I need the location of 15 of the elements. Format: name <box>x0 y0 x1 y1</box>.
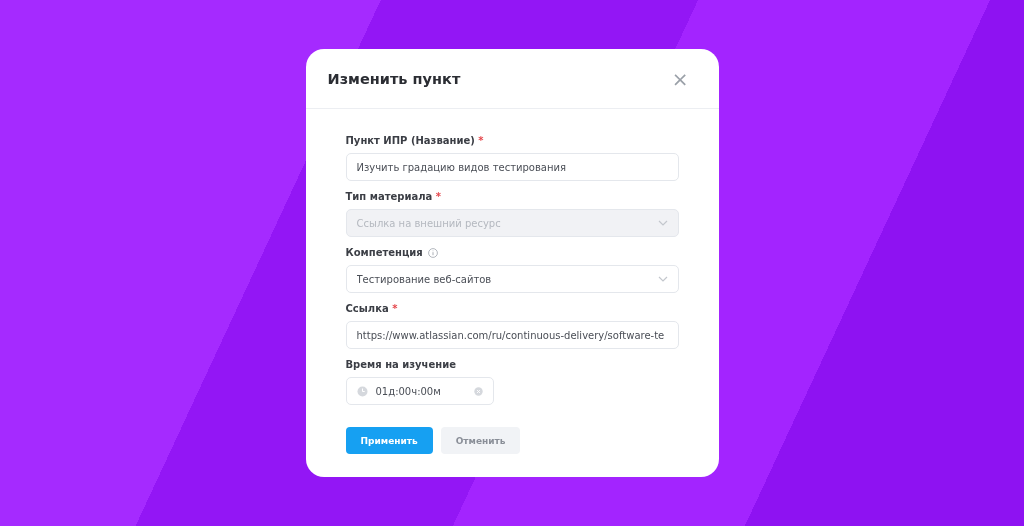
select-field[interactable]: Тестирование веб-сайтов <box>345 265 679 293</box>
field-label: Время на изучение <box>345 359 457 370</box>
field-label: Компетенция <box>345 247 423 258</box>
field-label: Ссылка * <box>345 303 399 314</box>
info-icon[interactable] <box>427 247 438 258</box>
chevron-down-icon <box>657 276 668 282</box>
text-field[interactable]: https://www.atlassian.com/ru/continuous-delivery/software-te <box>345 321 679 349</box>
clock-icon <box>356 385 368 397</box>
field-label: Тип материала * <box>345 191 442 202</box>
chevron-down-icon <box>657 220 668 226</box>
text-field[interactable]: Изучить градацию видов тестирования <box>345 153 679 181</box>
time-field[interactable]: 01д:00ч:00м <box>345 377 494 405</box>
clear-icon[interactable] <box>473 386 483 396</box>
field-label: Пункт ИПР (Название) * <box>345 135 485 146</box>
dialog-title: Изменить пункт <box>327 70 461 87</box>
